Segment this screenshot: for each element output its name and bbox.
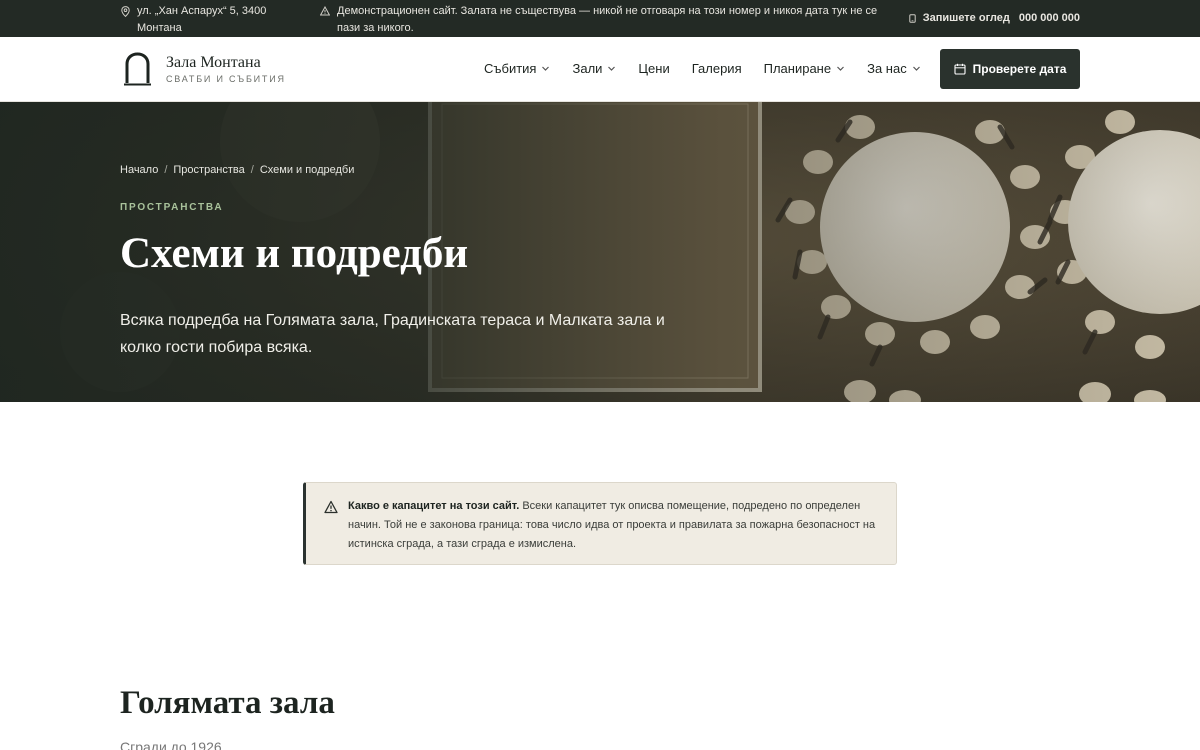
top-bar: ул. „Хан Аспарух“ 5, 3400 Монтана Демонс…	[0, 0, 1200, 37]
capacity-notice-heading: Какво е капацитет на този сайт.	[348, 500, 520, 512]
demo-notice-text: Демонстрационен сайт. Залата не съществу…	[337, 5, 878, 34]
nav-item-about[interactable]: За нас	[867, 61, 921, 76]
location-pin-icon	[120, 4, 130, 18]
hero-banner: Начало / Пространства / Схеми и подредби ПРО…	[0, 102, 1200, 402]
nav-label: Събития	[484, 61, 537, 76]
arch-logo-icon	[123, 52, 152, 86]
phone-number: 000 000 000	[1018, 11, 1080, 24]
breadcrumb-current: Схеми и подредби	[259, 164, 355, 176]
book-visit-label: Запишете оглед	[922, 11, 1010, 24]
brand-name: Зала Монтана	[166, 54, 261, 71]
capacity-notice: Какво е капацитет на този сайт. Всеки ка…	[303, 482, 897, 565]
nav-item-gallery[interactable]: Галерия	[692, 61, 742, 76]
logo-link[interactable]: Зала Монтана СВАТБИ И СЪБИТИЯ	[123, 52, 286, 86]
hero-subtitle: Всяка подредба на Голямата зала, Градинс…	[120, 312, 665, 356]
main-nav: Събития Зали Цени Галерия Планиране За н…	[484, 61, 943, 76]
chevron-down-icon	[542, 66, 550, 71]
nav-label: Планиране	[763, 61, 832, 76]
nav-label: Зали	[572, 61, 603, 76]
nav-item-planning[interactable]: Планиране	[764, 61, 845, 76]
nav-label: Цени	[638, 61, 670, 76]
chevron-down-icon	[912, 66, 920, 71]
breadcrumb-separator: /	[250, 164, 254, 176]
warning-icon	[320, 4, 330, 18]
breadcrumb-home[interactable]: Начало	[120, 164, 158, 176]
chevron-down-icon	[608, 66, 616, 71]
chevron-down-icon	[837, 66, 845, 71]
nav-item-halls[interactable]: Зали	[572, 61, 616, 76]
hero-eyebrow: ПРОСТРАНСТВА	[120, 202, 224, 213]
breadcrumb: Начало / Пространства / Схеми и подредби	[120, 164, 354, 176]
breadcrumb-spaces[interactable]: Пространства	[173, 164, 244, 176]
check-date-label: Проверете дата	[972, 62, 1067, 76]
nav-label: Галерия	[691, 61, 742, 76]
nav-label: За нас	[867, 61, 907, 76]
breadcrumb-separator: /	[164, 164, 168, 176]
site-header: Зала Монтана СВАТБИ И СЪБИТИЯ Събития За…	[0, 37, 1200, 102]
calendar-icon	[954, 63, 966, 75]
section-title: Голямата зала	[120, 685, 335, 721]
nav-item-events[interactable]: Събития	[484, 61, 550, 76]
capacity-notice-text: Какво е капацитет на този сайт. Всеки ка…	[348, 497, 878, 564]
top-address: ул. „Хан Аспарух“ 5, 3400 Монтана	[120, 3, 290, 37]
page-title: Схеми и подредби	[120, 230, 469, 277]
section-intro: Сгради до 1926	[120, 740, 222, 750]
check-date-button[interactable]: Проверете дата	[940, 49, 1080, 89]
brand-tagline: СВАТБИ И СЪБИТИЯ	[166, 74, 286, 84]
address-text: ул. „Хан Аспарух“ 5, 3400 Монтана	[137, 5, 267, 34]
demo-notice: Демонстрационен сайт. Залата не съществу…	[320, 3, 900, 37]
warning-icon	[324, 500, 338, 514]
book-visit-link[interactable]: Запишете оглед 000 000 000	[908, 10, 1080, 25]
section-intro-text: Сгради до 1926	[120, 740, 222, 750]
nav-item-prices[interactable]: Цени	[638, 61, 669, 76]
phone-icon	[908, 11, 918, 25]
